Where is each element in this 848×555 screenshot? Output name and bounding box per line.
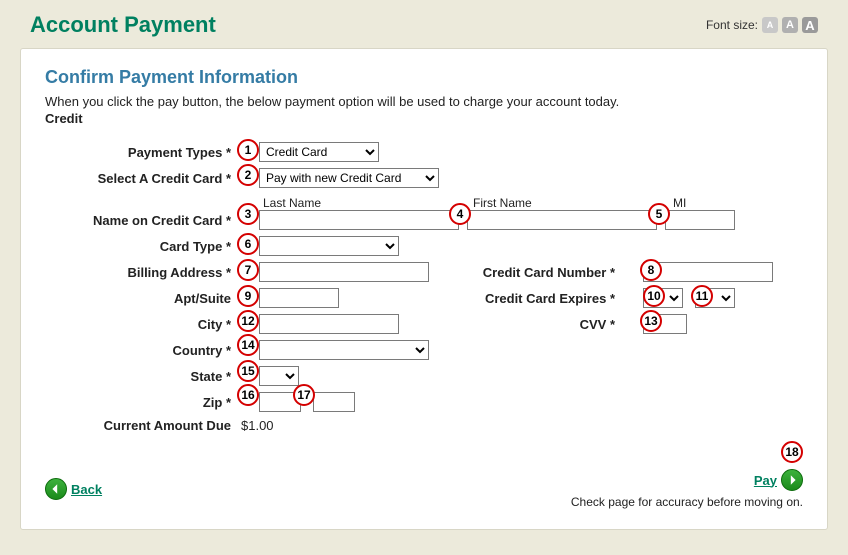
callout-badge-1: 1 (237, 139, 259, 161)
footer-note: Check page for accuracy before moving on… (571, 495, 803, 509)
mi-header: MI (673, 196, 753, 210)
payment-form: 1 2 3 4 5 6 7 8 9 10 11 12 13 14 15 16 1… (55, 142, 803, 439)
section-title: Confirm Payment Information (45, 67, 803, 88)
callout-badge-18: 18 (781, 441, 803, 463)
callout-badge-11: 11 (691, 285, 713, 307)
section-instruction: When you click the pay button, the below… (45, 94, 803, 109)
card-type-select[interactable] (259, 236, 399, 256)
callout-badge-15: 15 (237, 360, 259, 382)
last-name-input[interactable] (259, 210, 459, 230)
last-name-header: Last Name (263, 196, 473, 210)
city-label: City (55, 317, 235, 332)
select-credit-card-select[interactable]: Pay with new Credit Card (259, 168, 439, 188)
callout-badge-14: 14 (237, 334, 259, 356)
zip-label: Zip (55, 395, 235, 410)
billing-address-input[interactable] (259, 262, 429, 282)
current-amount-due-value: $1.00 (241, 418, 274, 433)
font-size-medium-button[interactable]: A (782, 17, 798, 33)
callout-badge-10: 10 (643, 285, 665, 307)
arrow-right-icon (781, 469, 803, 491)
callout-badge-12: 12 (237, 310, 259, 332)
select-credit-card-label: Select A Credit Card (55, 171, 235, 186)
pay-link-label: Pay (754, 473, 777, 488)
callout-badge-7: 7 (237, 259, 259, 281)
current-amount-due-label: Current Amount Due (55, 418, 235, 433)
apt-suite-input[interactable] (259, 288, 339, 308)
callout-badge-5: 5 (648, 203, 670, 225)
section-subheading: Credit (45, 111, 83, 126)
state-select[interactable] (259, 366, 299, 386)
card-type-label: Card Type (55, 239, 235, 254)
state-label: State (55, 369, 235, 384)
callout-badge-9: 9 (237, 285, 259, 307)
callout-badge-17: 17 (293, 384, 315, 406)
apt-suite-label: Apt/Suite (55, 291, 235, 306)
font-size-control: Font size: A A A (706, 17, 818, 33)
pay-button[interactable]: Pay (754, 469, 803, 491)
callout-badge-6: 6 (237, 233, 259, 255)
page-title: Account Payment (30, 12, 216, 38)
back-link-label: Back (71, 482, 102, 497)
mi-input[interactable] (665, 210, 735, 230)
credit-card-number-input[interactable] (643, 262, 773, 282)
country-label: Country (55, 343, 235, 358)
first-name-header: First Name (473, 196, 673, 210)
first-name-input[interactable] (467, 210, 657, 230)
cvv-label: CVV (459, 317, 619, 332)
callout-badge-2: 2 (237, 164, 259, 186)
country-select[interactable] (259, 340, 429, 360)
arrow-left-icon (45, 478, 67, 500)
payment-types-label: Payment Types (55, 145, 235, 160)
font-size-label: Font size: (706, 18, 758, 32)
zip-input-2[interactable] (313, 392, 355, 412)
back-button[interactable]: Back (45, 478, 102, 500)
billing-address-label: Billing Address (55, 265, 235, 280)
font-size-large-button[interactable]: A (802, 17, 818, 33)
payment-panel: Confirm Payment Information When you cli… (20, 48, 828, 530)
name-on-card-label: Name on Credit Card (55, 213, 235, 228)
font-size-small-button[interactable]: A (762, 17, 778, 33)
callout-badge-3: 3 (237, 203, 259, 225)
credit-card-number-label: Credit Card Number (459, 265, 619, 280)
callout-badge-13: 13 (640, 310, 662, 332)
payment-types-select[interactable]: Credit Card (259, 142, 379, 162)
callout-badge-8: 8 (640, 259, 662, 281)
callout-badge-4: 4 (449, 203, 471, 225)
callout-badge-16: 16 (237, 384, 259, 406)
city-input[interactable] (259, 314, 399, 334)
credit-card-expires-label: Credit Card Expires (459, 291, 619, 306)
